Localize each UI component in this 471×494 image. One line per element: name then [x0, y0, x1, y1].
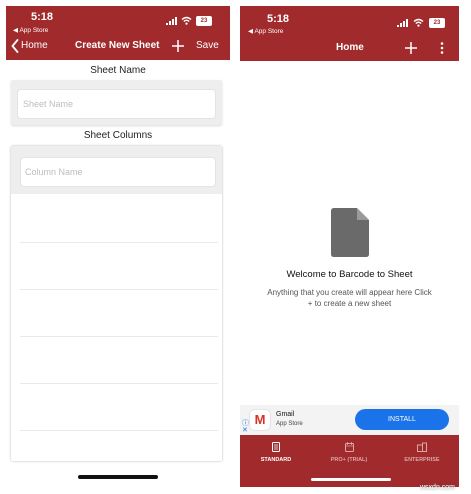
empty-state-text-line1: Anything that you create will appear her… — [267, 288, 432, 297]
left-wifi-icon — [181, 16, 192, 25]
right-status-time: 5:18 — [267, 13, 290, 25]
left-add-icon[interactable] — [172, 40, 184, 52]
right-wifi-icon — [413, 18, 424, 27]
sheet-name-label: Sheet Name — [90, 65, 146, 76]
right-signal-icon — [397, 19, 408, 27]
column-row-divider — [20, 430, 218, 431]
left-home-indicator — [78, 475, 158, 479]
install-button[interactable]: INSTALL — [355, 409, 449, 430]
tab-standard-label: STANDARD — [260, 457, 292, 463]
sheet-columns-label: Sheet Columns — [83, 130, 153, 141]
tab-enterprise[interactable]: ENTERPRISE — [392, 440, 452, 470]
right-more-icon[interactable] — [440, 42, 444, 54]
watermark-text: wsxdn.com — [420, 484, 456, 491]
right-add-icon[interactable] — [405, 42, 417, 54]
column-row-divider — [20, 336, 218, 337]
tab-standard[interactable]: STANDARD — [246, 440, 306, 470]
empty-state-title: Welcome to Barcode to Sheet — [286, 269, 413, 280]
document-icon — [331, 208, 369, 257]
left-status-time: 5:18 — [31, 11, 54, 23]
install-button-label: INSTALL — [388, 416, 416, 423]
sheet-name-placeholder: Sheet Name — [23, 99, 74, 109]
ad-banner[interactable]: ⓘ ✕ M Gmail App Store INSTALL — [240, 405, 459, 435]
enterprise-building-icon — [417, 442, 427, 452]
column-name-input[interactable]: Column Name — [20, 157, 216, 187]
right-battery-level: 23 — [433, 20, 441, 26]
left-back-chevron-icon[interactable] — [11, 39, 19, 53]
right-status-back-app[interactable]: ◀ App Store — [248, 27, 283, 35]
column-row-divider — [20, 289, 218, 290]
column-row-divider — [20, 242, 218, 243]
right-page-title: Home — [336, 42, 364, 53]
left-back-button[interactable]: Home — [21, 40, 48, 51]
empty-state-text-line2: + to create a new sheet — [307, 299, 392, 308]
left-status-back-app[interactable]: ◀ App Store — [13, 26, 48, 34]
left-save-button[interactable]: Save — [196, 40, 219, 51]
ad-store-label: App Store — [276, 421, 303, 427]
right-battery-icon: 23 — [429, 18, 445, 28]
tab-enterprise-label: ENTERPRISE — [404, 457, 440, 463]
left-battery-level: 23 — [200, 18, 208, 24]
pro-calendar-icon — [345, 442, 354, 452]
tab-pro-trial-label: PRO+ (TRIAL) — [330, 457, 368, 463]
gmail-logo-letter: M — [254, 412, 266, 427]
gmail-logo-icon: M — [250, 410, 270, 430]
sheet-name-input[interactable]: Sheet Name — [17, 89, 216, 119]
tab-pro-trial[interactable]: PRO+ (TRIAL) — [319, 440, 379, 470]
left-signal-icon — [166, 17, 177, 25]
left-page-title: Create New Sheet — [75, 40, 160, 51]
column-row-divider — [20, 383, 218, 384]
ad-app-name: Gmail — [276, 411, 295, 418]
ad-close-icon[interactable]: ✕ — [242, 426, 248, 434]
right-home-indicator — [311, 478, 391, 481]
column-name-placeholder: Column Name — [25, 167, 83, 177]
left-battery-icon: 23 — [196, 16, 212, 26]
standard-sheet-icon — [272, 442, 280, 452]
